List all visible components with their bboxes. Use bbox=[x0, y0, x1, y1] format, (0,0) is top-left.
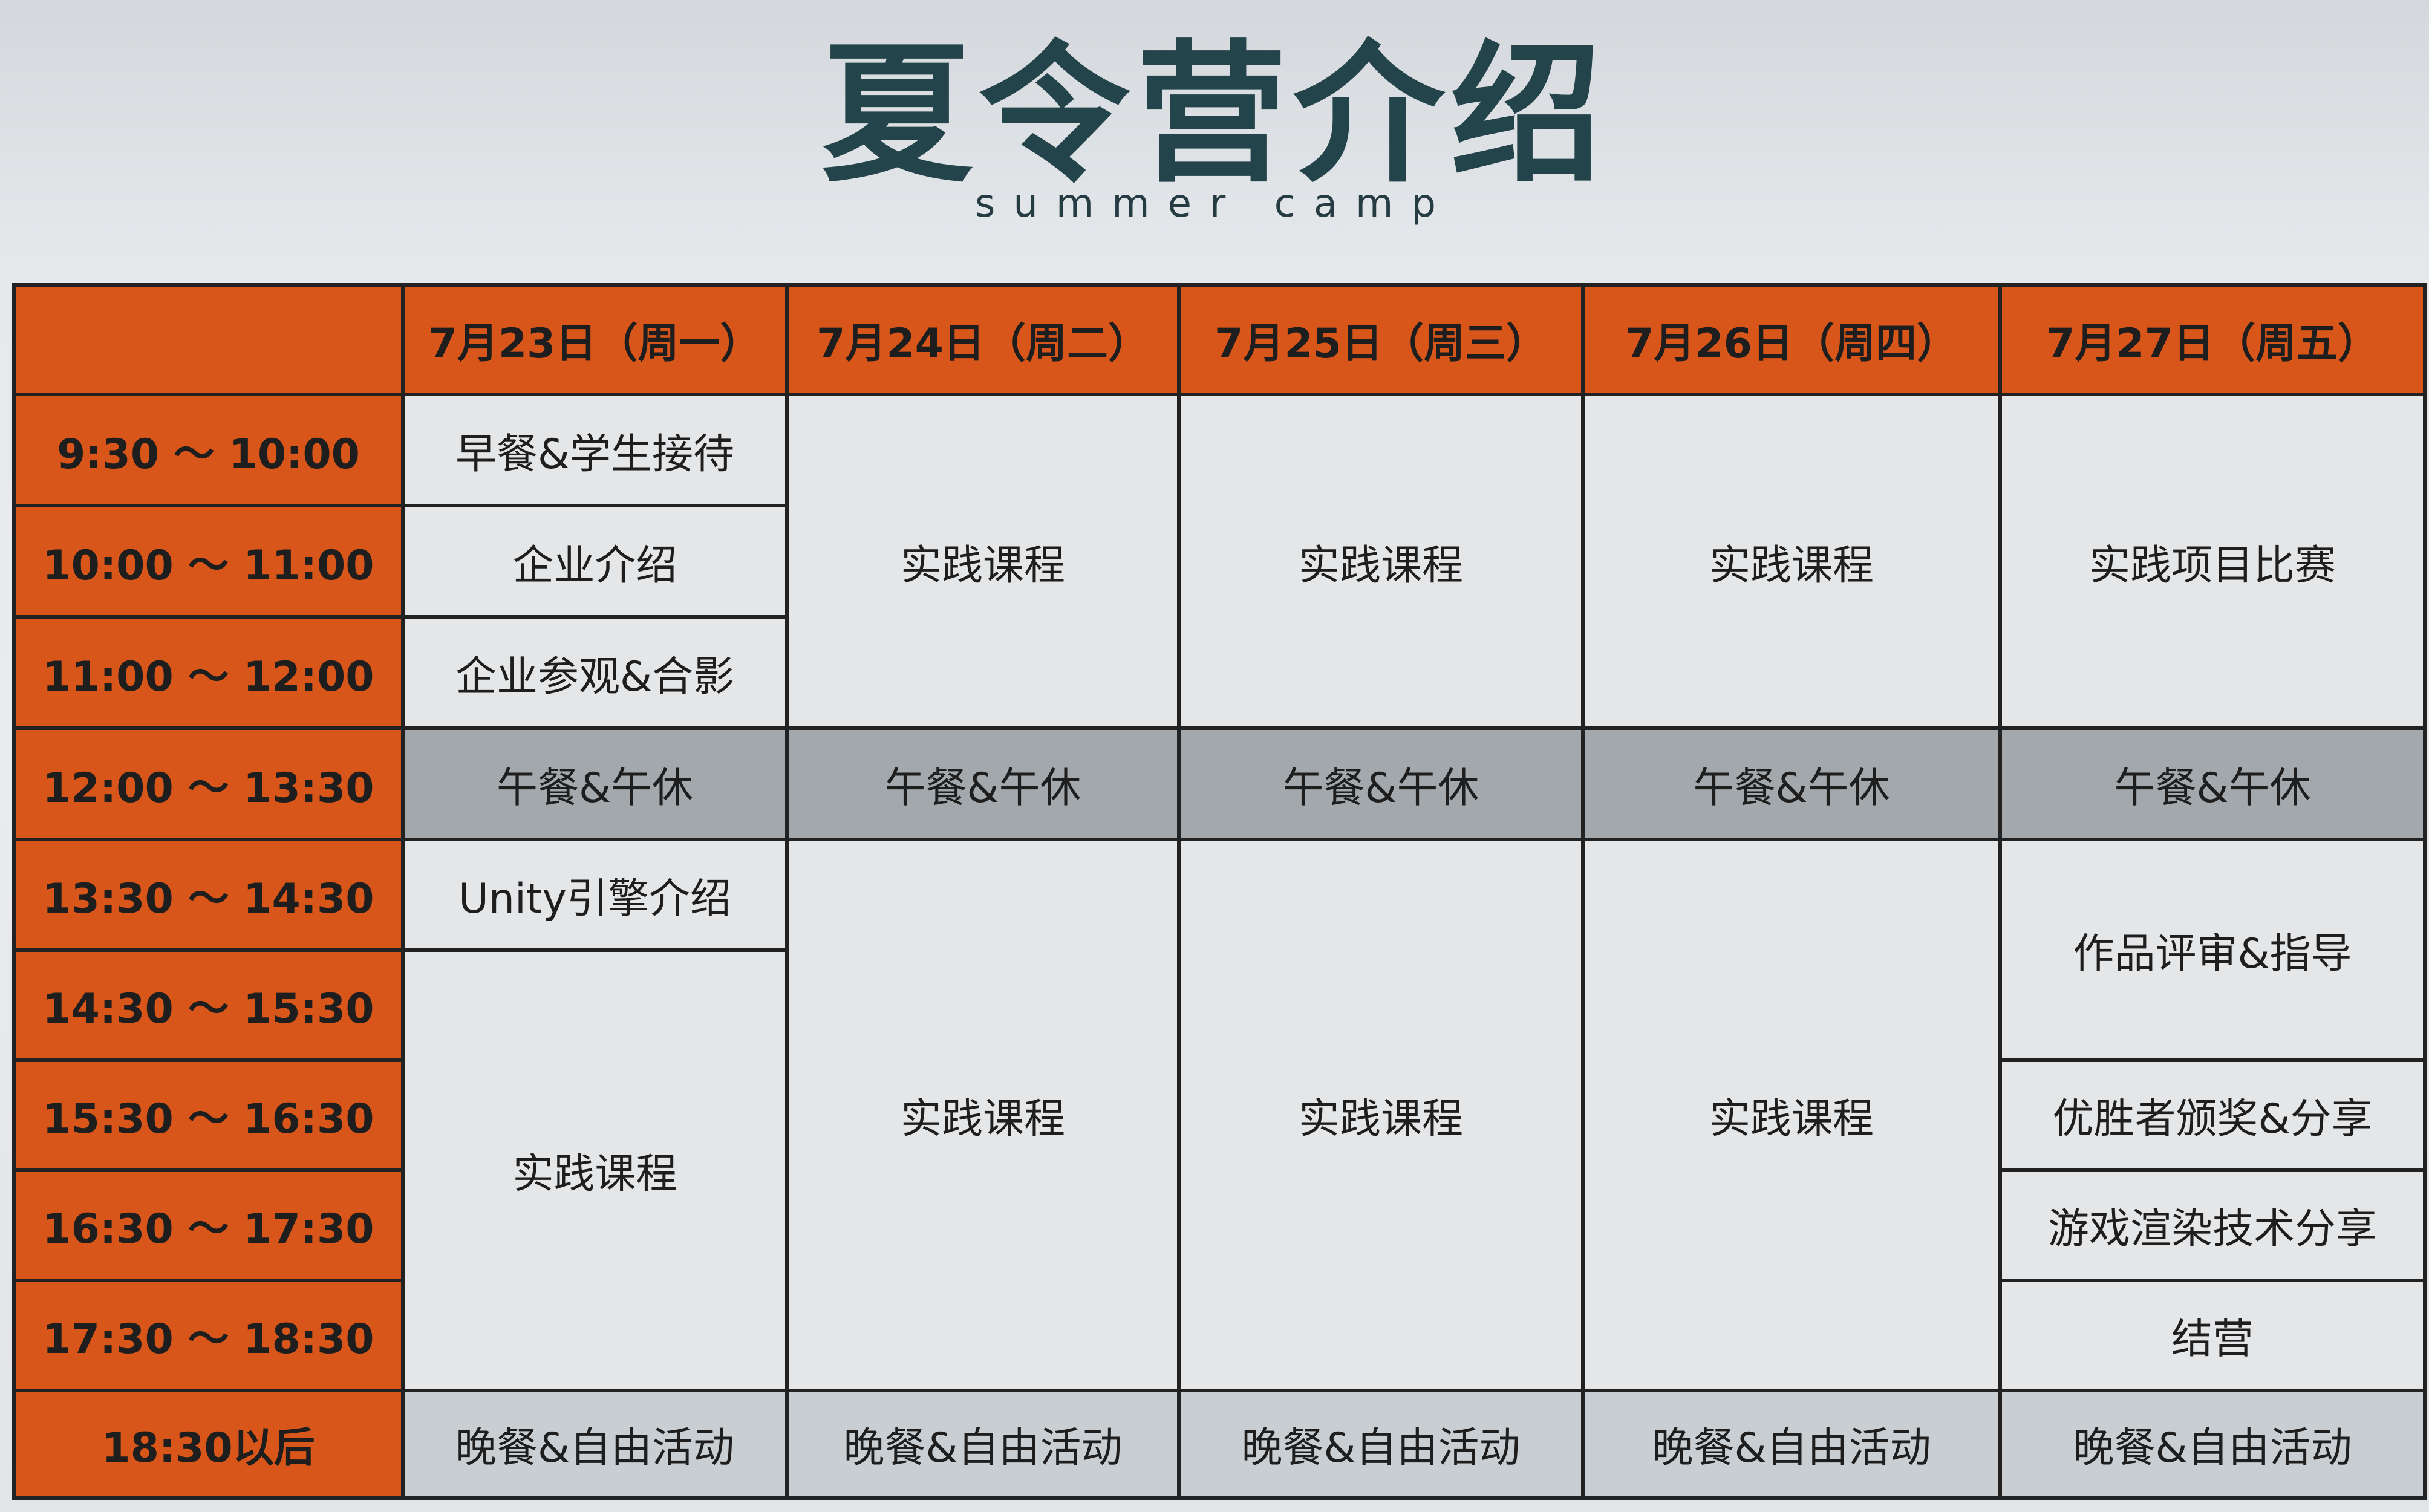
time-slot: 17:30 ～ 18:30 bbox=[12, 1278, 405, 1392]
time-slot: 15:30 ～ 16:30 bbox=[12, 1058, 405, 1172]
schedule-cell: 实践课程 bbox=[1581, 393, 2002, 731]
schedule-cell: 早餐&学生接待 bbox=[401, 393, 789, 508]
corner-cell bbox=[12, 282, 405, 397]
day-header-5: 7月27日（周五） bbox=[1998, 282, 2427, 397]
schedule-cell: 实践课程 bbox=[785, 393, 1181, 731]
schedule-cell: 实践项目比赛 bbox=[1998, 393, 2427, 731]
schedule-cell: 实践课程 bbox=[785, 838, 1181, 1392]
time-slot: 10:00 ～ 11:00 bbox=[12, 504, 405, 619]
lunch-cell: 午餐&午休 bbox=[1998, 726, 2427, 842]
schedule-cell: 优胜者颁奖&分享 bbox=[1998, 1058, 2427, 1172]
lunch-cell: 午餐&午休 bbox=[401, 726, 789, 842]
lunch-cell: 午餐&午休 bbox=[1177, 726, 1585, 842]
dinner-cell: 晚餐&自由活动 bbox=[1581, 1388, 2002, 1501]
lunch-cell: 午餐&午休 bbox=[1581, 726, 2002, 842]
dinner-cell: 晚餐&自由活动 bbox=[401, 1388, 789, 1501]
header-row: 7月23日（周一） 7月24日（周二） 7月25日（周三） 7月26日（周四） … bbox=[12, 282, 2427, 397]
schedule-cell: 游戏渲染技术分享 bbox=[1998, 1168, 2427, 1282]
time-slot: 18:30以后 bbox=[12, 1388, 405, 1501]
dinner-cell: 晚餐&自由活动 bbox=[1998, 1388, 2427, 1501]
dinner-cell: 晚餐&自由活动 bbox=[785, 1388, 1181, 1501]
table-row: 9:30 ～ 10:00 早餐&学生接待 实践课程 实践课程 实践课程 实践项目… bbox=[12, 393, 2427, 731]
schedule-cell: 企业介绍 bbox=[401, 504, 789, 619]
schedule-cell: 结营 bbox=[1998, 1278, 2427, 1392]
dinner-cell: 晚餐&自由活动 bbox=[1177, 1388, 1585, 1501]
day-header-3: 7月25日（周三） bbox=[1177, 282, 1585, 397]
schedule-cell: 作品评审&指导 bbox=[1998, 838, 2427, 1062]
table-row: 13:30 ～ 14:30 Unity引擎介绍 实践课程 实践课程 实践课程 作… bbox=[12, 838, 2427, 1392]
schedule-cell: 实践课程 bbox=[401, 948, 789, 1392]
time-slot: 11:00 ～ 12:00 bbox=[12, 615, 405, 731]
schedule-cell: 实践课程 bbox=[1177, 393, 1585, 731]
schedule-table: 7月23日（周一） 7月24日（周二） 7月25日（周三） 7月26日（周四） … bbox=[12, 282, 2427, 1501]
time-slot: 13:30 ～ 14:30 bbox=[12, 838, 405, 952]
schedule-cell: 企业参观&合影 bbox=[401, 615, 789, 731]
lunch-cell: 午餐&午休 bbox=[785, 726, 1181, 842]
schedule-cell: Unity引擎介绍 bbox=[401, 838, 789, 952]
time-slot: 14:30 ～ 15:30 bbox=[12, 948, 405, 1062]
table-row: 12:00 ～ 13:30 午餐&午休 午餐&午休 午餐&午休 午餐&午休 午餐… bbox=[12, 726, 2427, 842]
day-header-2: 7月24日（周二） bbox=[785, 282, 1181, 397]
day-header-4: 7月26日（周四） bbox=[1581, 282, 2002, 397]
time-slot: 16:30 ～ 17:30 bbox=[12, 1168, 405, 1282]
table-row: 18:30以后 晚餐&自由活动 晚餐&自由活动 晚餐&自由活动 晚餐&自由活动 … bbox=[12, 1388, 2427, 1501]
schedule-cell: 实践课程 bbox=[1177, 838, 1585, 1392]
page-subtitle: summer camp bbox=[975, 181, 1454, 226]
time-slot: 9:30 ～ 10:00 bbox=[12, 393, 405, 508]
schedule-cell: 实践课程 bbox=[1581, 838, 2002, 1392]
day-header-1: 7月23日（周一） bbox=[401, 282, 789, 397]
time-slot: 12:00 ～ 13:30 bbox=[12, 726, 405, 842]
